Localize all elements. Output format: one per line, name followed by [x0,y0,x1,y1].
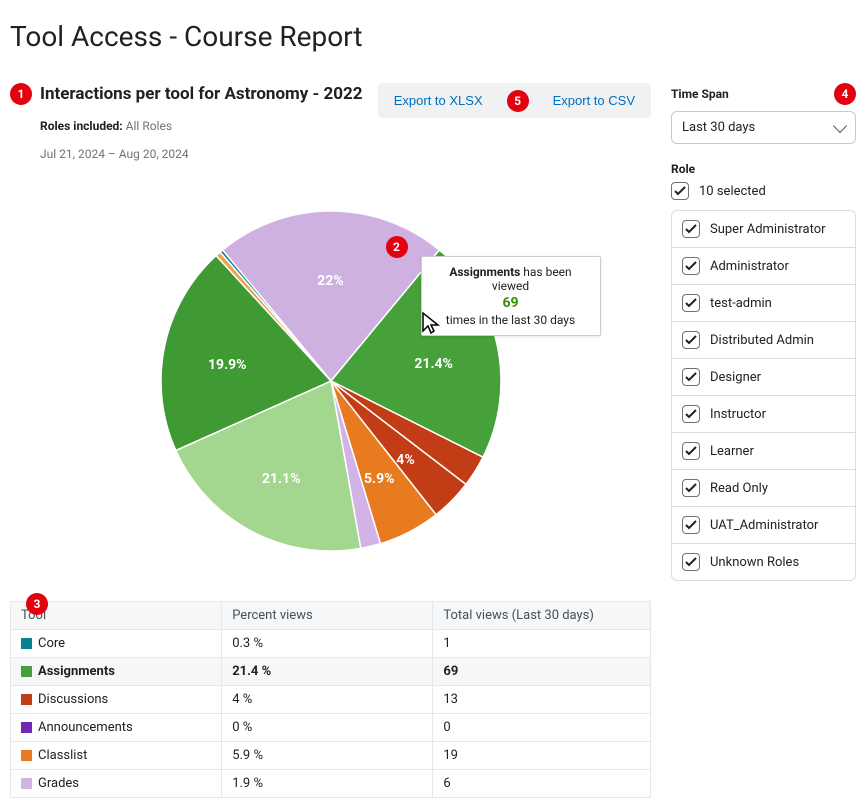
tooltip-name: Assignments [449,265,520,279]
total-views: 19 [433,742,651,770]
tooltip-tail: times in the last 30 days [446,313,575,327]
role-name: Administrator [710,259,789,274]
color-swatch [21,694,32,705]
annotation-3: 3 [26,593,48,615]
time-span-label: Time Span [671,87,729,101]
role-item[interactable]: test-admin [672,285,855,322]
role-label: Role [671,162,695,176]
export-xlsx-button[interactable]: Export to XLSX [380,85,497,116]
tool-table: Tool Percent views Total views (Last 30 … [10,601,651,798]
color-swatch [21,750,32,761]
table-row[interactable]: Classlist 5.9 %19 [11,742,651,770]
time-span-select[interactable]: Last 30 days [671,111,856,144]
page-title: Tool Access - Course Report [10,20,856,53]
checkbox-icon[interactable] [682,257,700,275]
role-item[interactable]: Unknown Roles [672,544,855,580]
col-percent[interactable]: Percent views [222,602,433,630]
total-views: 1 [433,630,651,658]
report-title: Interactions per tool for Astronomy - 20… [40,84,363,104]
role-summary[interactable]: 10 selected [671,182,856,200]
color-swatch [21,722,32,733]
checkbox-icon[interactable] [682,220,700,238]
export-toolbar: Export to XLSX 5 Export to CSV [378,83,651,118]
total-views: 0 [433,714,651,742]
checkbox-icon[interactable] [682,368,700,386]
role-item[interactable]: Read Only [672,470,855,507]
role-name: Designer [710,370,761,385]
role-item[interactable]: Instructor [672,396,855,433]
pie-chart[interactable]: 22%21.4%4%5.9%21.1%19.9% 2 Assignments h… [121,201,541,571]
annotation-4: 4 [834,83,856,105]
checkbox-icon[interactable] [682,331,700,349]
total-views: 6 [433,770,651,798]
role-summary-text: 10 selected [699,184,766,199]
chevron-down-icon [833,118,847,132]
roles-included-label: Roles included: [40,119,123,133]
annotation-5: 5 [507,90,529,112]
total-views: 13 [433,686,651,714]
time-span-value: Last 30 days [682,120,755,135]
role-item[interactable]: Designer [672,359,855,396]
percent-views: 5.9 % [222,742,433,770]
tool-name: Assignments [38,664,115,679]
role-item[interactable]: Administrator [672,248,855,285]
checkbox-icon[interactable] [682,442,700,460]
export-csv-button[interactable]: Export to CSV [539,85,649,116]
role-name: UAT_Administrator [710,518,818,533]
percent-views: 4 % [222,686,433,714]
checkbox-icon[interactable] [682,553,700,571]
role-name: Learner [710,444,754,459]
tool-name: Grades [38,776,79,791]
role-item[interactable]: Super Administrator [672,211,855,248]
tool-name: Announcements [38,720,133,735]
role-name: Super Administrator [710,222,826,237]
table-row[interactable]: Announcements 0 %0 [11,714,651,742]
role-name: Read Only [710,481,768,496]
checkbox-icon[interactable] [682,405,700,423]
checkbox-icon[interactable] [682,294,700,312]
tool-name: Classlist [38,748,87,763]
table-row[interactable]: Core 0.3 %1 [11,630,651,658]
tooltip-count: 69 [434,295,588,311]
percent-views: 0.3 % [222,630,433,658]
table-row[interactable]: Discussions 4 %13 [11,686,651,714]
cursor-icon [421,311,441,335]
annotation-1: 1 [10,83,32,105]
role-item[interactable]: UAT_Administrator [672,507,855,544]
role-item[interactable]: Learner [672,433,855,470]
role-list: Super Administrator Administrator test-adm… [671,210,856,581]
role-name: Instructor [710,407,766,422]
percent-views: 21.4 % [222,658,433,686]
color-swatch [21,666,32,677]
annotation-2: 2 [386,236,408,258]
table-row[interactable]: Grades 1.9 %6 [11,770,651,798]
role-name: test-admin [710,296,772,311]
role-name: Unknown Roles [710,555,799,570]
role-name: Distributed Admin [710,333,814,348]
checkbox-icon[interactable] [682,516,700,534]
checkbox-icon[interactable] [671,182,689,200]
percent-views: 0 % [222,714,433,742]
role-item[interactable]: Distributed Admin [672,322,855,359]
roles-included-value: All Roles [126,119,172,133]
percent-views: 1.9 % [222,770,433,798]
table-row[interactable]: Assignments 21.4 %69 [11,658,651,686]
color-swatch [21,638,32,649]
checkbox-icon[interactable] [682,479,700,497]
date-range: Jul 21, 2024 – Aug 20, 2024 [40,147,363,161]
color-swatch [21,778,32,789]
tool-name: Core [38,636,65,651]
chart-tooltip: Assignments has been viewed 69 times in … [421,256,601,336]
tool-name: Discussions [38,692,108,707]
total-views: 69 [433,658,651,686]
col-total[interactable]: Total views (Last 30 days) [433,602,651,630]
